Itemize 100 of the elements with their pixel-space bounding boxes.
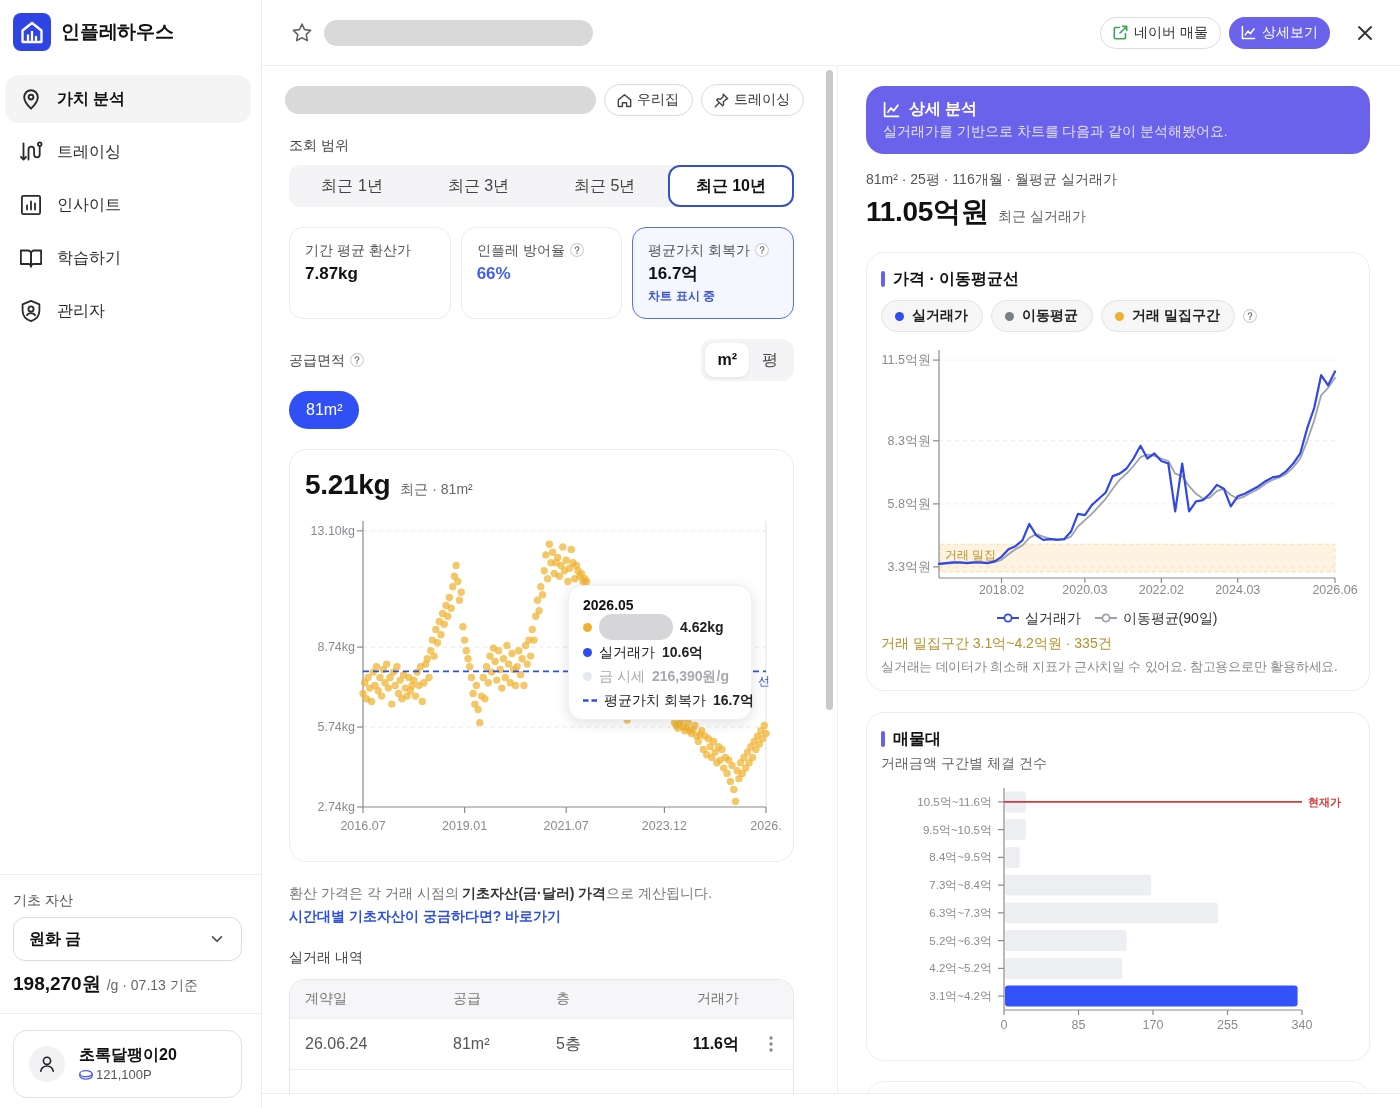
- section-label: 실거래 내역: [289, 948, 364, 967]
- line-marker-icon: [1094, 613, 1117, 623]
- shield-user-icon: [19, 299, 43, 323]
- sidebar-nav-item[interactable]: 가치 분석: [5, 75, 251, 123]
- asset-select[interactable]: 원화 금: [13, 917, 242, 961]
- tooltip-label: 실거래가: [599, 643, 655, 662]
- banner-subtitle: 실거래가를 기반으로 차트를 다음과 같이 분석해봤어요.: [883, 123, 1229, 141]
- stat-value: 16.7억: [648, 263, 700, 285]
- axis-tick-label: 3.1억~4.2억: [929, 990, 992, 1003]
- table-cell-text: 81m²: [453, 1035, 491, 1053]
- section-label: 공급면적: [289, 351, 345, 370]
- axis-tick-label: 8.4억~9.5억: [929, 851, 992, 864]
- bar-chart-icon: [19, 193, 43, 217]
- table-cell-text: 5층: [556, 1033, 582, 1054]
- range-tab[interactable]: 최근 5년: [541, 165, 668, 207]
- axis-tick-label: 2019.01: [442, 819, 488, 833]
- avatar-icon: [29, 1046, 65, 1082]
- asset-price: 198,270원: [13, 973, 101, 995]
- column-header: 공급: [453, 990, 482, 1008]
- sidebar-nav-item[interactable]: 학습하기: [5, 234, 251, 282]
- range-tab[interactable]: 최근 3년: [415, 165, 542, 207]
- stat-value: 66%: [476, 263, 512, 285]
- axis-tick-label: 2023.12: [641, 819, 687, 833]
- section-label: 조회 범위: [289, 136, 350, 155]
- more-icon: [769, 1036, 773, 1052]
- user-card[interactable]: 초록달팽이20 121,100P: [13, 1030, 242, 1098]
- tooltip-title: 2026.05: [583, 596, 635, 614]
- axis-tick-label: 6.3억~7.3억: [929, 906, 992, 919]
- close-button[interactable]: [1357, 24, 1373, 41]
- conversion-note: 환산 가격은 각 거래 시점의 기초자산(금·달러) 가격으로 계산됩니다. 시간대별 기초자산이 궁금하다면? 바로가기: [289, 884, 714, 926]
- sidebar-nav-item[interactable]: 트레이싱: [5, 128, 251, 176]
- brand-name: 인플레하우스: [61, 20, 174, 44]
- user-name: 초록달팽이20: [79, 1045, 177, 1065]
- axis-tick-label: 255: [1217, 1018, 1238, 1032]
- tooltip-value: 4.62kg: [680, 618, 724, 637]
- legend-label: 실거래가: [1024, 609, 1081, 628]
- stat-card[interactable]: 기간 평균 환산가 7.87kg: [289, 227, 451, 319]
- axis-tick-label: 2022.02: [1138, 583, 1184, 597]
- axis-tick-label: 340: [1291, 1018, 1313, 1032]
- axis-tick-label: 8.74kg: [317, 640, 355, 655]
- recent-price: 11.05억원: [866, 195, 989, 229]
- sidebar-nav-item[interactable]: 관리자: [5, 287, 251, 335]
- axis-tick-label: 7.3억~8.4억: [929, 879, 992, 892]
- band-label: 거래 밀집: [945, 548, 997, 563]
- axis-tick-label: 4.2억~5.2억: [929, 962, 992, 975]
- star-icon[interactable]: [292, 22, 312, 43]
- price-caption: 최근 실거래가: [998, 208, 1087, 226]
- pushpin-icon: [714, 92, 729, 108]
- section-label: 기초 자산: [13, 891, 74, 910]
- tooltip-value: 10.6억: [662, 643, 704, 662]
- detail-view-button[interactable]: 상세보기: [1229, 16, 1330, 49]
- price-caption: 최근 · 81m²: [400, 481, 473, 499]
- volume-bar: [1005, 819, 1026, 841]
- area-chip[interactable]: 81m²: [289, 391, 360, 429]
- stat-value: 7.87kg: [305, 263, 359, 285]
- axis-tick-label: 2024.03: [1215, 583, 1261, 597]
- stat-label: 인플레 방어율: [476, 241, 565, 260]
- range-tab[interactable]: 최근 10년: [667, 165, 794, 207]
- table-cell-text: 11.6억: [691, 1033, 739, 1054]
- underlying-asset-link[interactable]: 시간대별 기초자산이 궁금하다면? 바로가기: [289, 908, 562, 924]
- axis-tick-label: 170: [1142, 1018, 1164, 1032]
- listing-link-button[interactable]: 네이버 매물: [1100, 16, 1221, 49]
- axis-tick-label: 2020.03: [1062, 583, 1108, 597]
- coin-icon: [79, 1070, 93, 1080]
- axis-tick-label: 85: [1071, 1018, 1086, 1032]
- house-chart-logo-icon: [13, 13, 51, 51]
- series-toggle[interactable]: 이동평균: [991, 300, 1093, 332]
- column-header: 거래가: [696, 990, 739, 1008]
- card-title: 매물대: [893, 729, 941, 749]
- stat-label: 기간 평균 환산가: [305, 241, 411, 260]
- close-icon: [1357, 24, 1373, 41]
- axis-tick-label: 2.74kg: [317, 800, 355, 814]
- column-header: 층: [556, 990, 571, 1008]
- more-button[interactable]: [769, 1033, 773, 1055]
- series-toggle[interactable]: 실거래가: [881, 300, 983, 332]
- line-chart-icon: [883, 100, 900, 118]
- axis-tick-label: 9.5억~10.5억: [922, 823, 992, 836]
- axis-tick-label: 8.3억원: [887, 433, 931, 448]
- line-label: 선: [758, 675, 770, 688]
- card-subtitle: 거래금액 구간별 체결 건수: [881, 754, 1048, 773]
- series-toggle[interactable]: 거래 밀집구간: [1101, 300, 1235, 332]
- axis-tick-label: 11.5억원: [881, 353, 931, 368]
- unit-toggle[interactable]: 평: [749, 343, 790, 377]
- stat-note: 차트 표시 중: [648, 288, 716, 304]
- axis-tick-label: 0: [1000, 1018, 1008, 1032]
- sidebar-nav-item[interactable]: 인사이트: [5, 181, 251, 229]
- unit-toggle[interactable]: m²: [705, 343, 749, 377]
- scrollbar-thumb[interactable]: [826, 70, 833, 710]
- stat-card[interactable]: 평균가치 회복가 16.7억 차트 표시 중: [632, 227, 794, 319]
- line-chart-icon: [1241, 25, 1256, 40]
- axis-tick-label: 5.74kg: [317, 720, 355, 735]
- legend-label: 이동평균(90일): [1122, 609, 1218, 628]
- axis-tick-label: 13.10kg: [310, 523, 355, 538]
- range-tab[interactable]: 최근 1년: [289, 165, 416, 207]
- tooltip-label: 평균가치 회복가: [604, 691, 706, 710]
- volume-bar: [1005, 791, 1026, 813]
- stat-card[interactable]: 인플레 방어율 66%: [460, 227, 623, 319]
- line-marker-icon: [996, 613, 1019, 623]
- home-icon: [617, 92, 632, 108]
- tooltip-value: 16.7억: [712, 691, 755, 710]
